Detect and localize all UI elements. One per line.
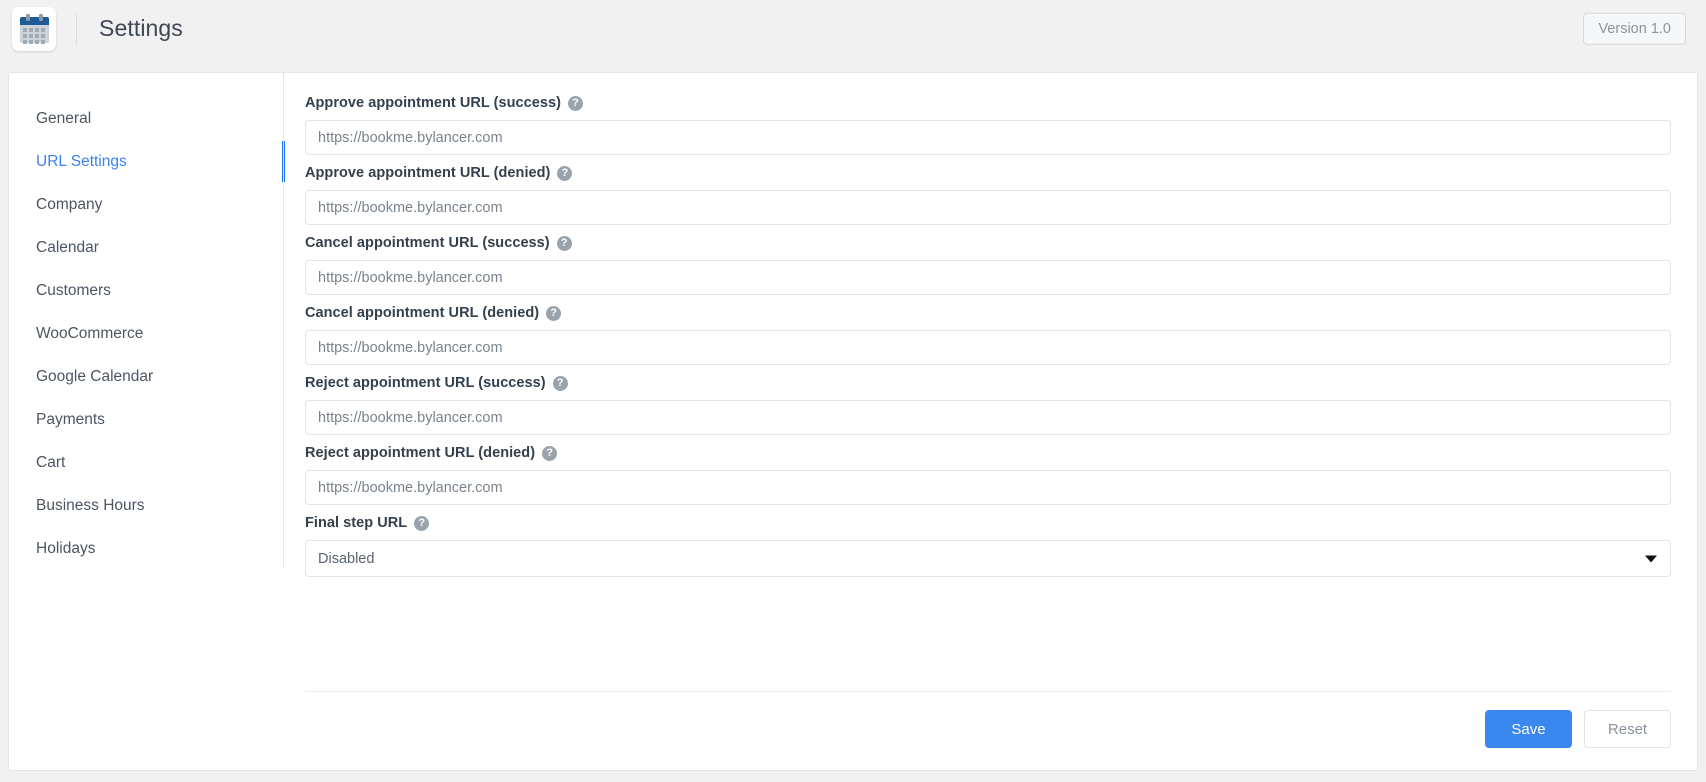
field-cancel-url-denied: Cancel appointment URL (denied) ?	[305, 305, 1671, 365]
field-label: Cancel appointment URL (denied) ?	[305, 305, 1671, 321]
field-final-step-url: Final step URL ? Disabled	[305, 515, 1671, 577]
cancel-url-denied-input[interactable]	[305, 330, 1671, 365]
app-logo	[12, 6, 56, 51]
sidebar-item-calendar[interactable]: Calendar	[9, 226, 284, 269]
field-label-text: Approve appointment URL (denied)	[305, 165, 551, 181]
sidebar-item-label: Holidays	[36, 539, 96, 557]
field-label: Approve appointment URL (denied) ?	[305, 165, 1671, 181]
field-approve-url-success: Approve appointment URL (success) ?	[305, 95, 1671, 155]
field-label: Reject appointment URL (success) ?	[305, 375, 1671, 391]
settings-card: General URL Settings Company Calendar Cu…	[8, 72, 1698, 771]
sidebar-item-company[interactable]: Company	[9, 183, 284, 226]
sidebar-item-label: Google Calendar	[36, 367, 154, 385]
sidebar-item-general[interactable]: General	[9, 97, 284, 140]
help-icon[interactable]: ?	[546, 305, 562, 321]
sidebar-item-label: Calendar	[36, 238, 99, 256]
field-label-text: Reject appointment URL (success)	[305, 375, 546, 391]
header-divider	[76, 12, 77, 45]
sidebar-item-label: Company	[36, 195, 103, 213]
field-label-text: Reject appointment URL (denied)	[305, 445, 536, 461]
approve-url-success-input[interactable]	[305, 120, 1671, 155]
version-badge: Version 1.0	[1583, 12, 1686, 45]
approve-url-denied-input[interactable]	[305, 190, 1671, 225]
field-label: Reject appointment URL (denied) ?	[305, 445, 1671, 461]
sidebar-item-label: General	[36, 109, 92, 127]
sidebar-item-label: WooCommerce	[36, 324, 144, 342]
reset-button[interactable]: Reset	[1584, 710, 1671, 748]
sidebar-item-label: Customers	[36, 281, 111, 299]
reject-url-success-input[interactable]	[305, 400, 1671, 435]
help-icon[interactable]: ?	[414, 515, 430, 531]
save-button[interactable]: Save	[1485, 710, 1572, 748]
field-label-text: Final step URL	[305, 515, 408, 531]
sidebar-item-label: Cart	[36, 453, 66, 471]
sidebar-item-label: Business Hours	[36, 496, 145, 514]
sidebar-item-woocommerce[interactable]: WooCommerce	[9, 312, 284, 355]
help-icon[interactable]: ?	[567, 95, 583, 111]
sidebar-item-cart[interactable]: Cart	[9, 441, 284, 484]
cancel-url-success-input[interactable]	[305, 260, 1671, 295]
field-label-text: Cancel appointment URL (denied)	[305, 305, 540, 321]
sidebar-item-url-settings[interactable]: URL Settings	[9, 140, 285, 183]
sidebar-item-business-hours[interactable]: Business Hours	[9, 484, 284, 527]
calendar-icon	[19, 14, 49, 44]
help-icon[interactable]: ?	[556, 235, 572, 251]
app-header: Settings Version 1.0	[0, 0, 1706, 57]
reject-url-denied-input[interactable]	[305, 470, 1671, 505]
sidebar-item-label: Payments	[36, 410, 105, 428]
field-cancel-url-success: Cancel appointment URL (success) ?	[305, 235, 1671, 295]
field-reject-url-denied: Reject appointment URL (denied) ?	[305, 445, 1671, 505]
settings-sidebar: General URL Settings Company Calendar Cu…	[9, 73, 285, 770]
field-reject-url-success: Reject appointment URL (success) ?	[305, 375, 1671, 435]
sidebar-item-google-calendar[interactable]: Google Calendar	[9, 355, 284, 398]
field-label-text: Approve appointment URL (success)	[305, 95, 561, 111]
field-label: Cancel appointment URL (success) ?	[305, 235, 1671, 251]
final-step-url-selected-value: Disabled	[318, 550, 375, 567]
field-label: Approve appointment URL (success) ?	[305, 95, 1671, 111]
sidebar-item-label: URL Settings	[36, 152, 127, 170]
field-approve-url-denied: Approve appointment URL (denied) ?	[305, 165, 1671, 225]
form-footer: Save Reset	[305, 691, 1671, 770]
final-step-url-select[interactable]: Disabled	[305, 540, 1671, 577]
sidebar-item-holidays[interactable]: Holidays	[9, 527, 284, 570]
page-title: Settings	[99, 15, 183, 41]
help-icon[interactable]: ?	[557, 165, 573, 181]
help-icon[interactable]: ?	[552, 375, 568, 391]
final-step-url-select-wrap: Disabled	[305, 540, 1671, 577]
help-icon[interactable]: ?	[542, 445, 558, 461]
field-label-text: Cancel appointment URL (success)	[305, 235, 550, 251]
sidebar-item-customers[interactable]: Customers	[9, 269, 284, 312]
field-label: Final step URL ?	[305, 515, 1671, 531]
url-settings-form: Approve appointment URL (success) ? Appr…	[284, 73, 1697, 770]
sidebar-item-payments[interactable]: Payments	[9, 398, 284, 441]
